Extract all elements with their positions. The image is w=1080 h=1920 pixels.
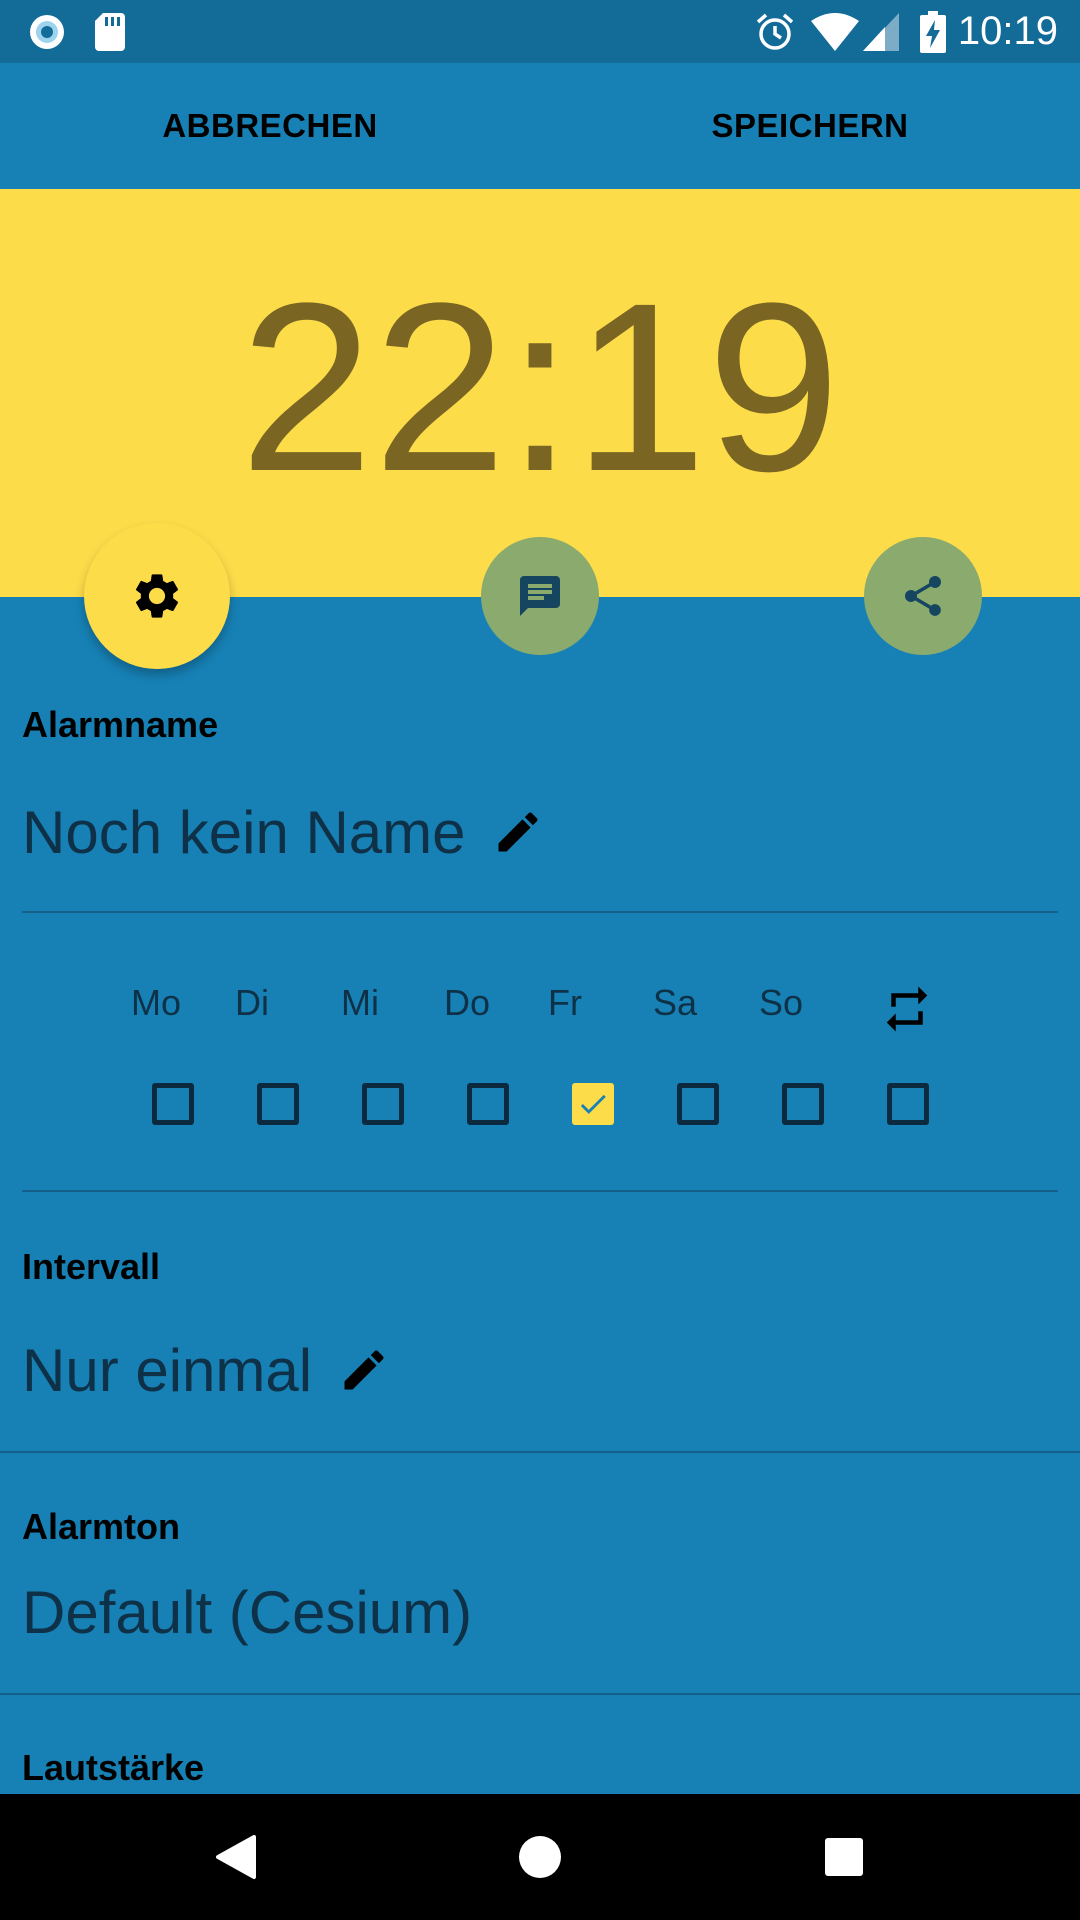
weekday-checkbox[interactable]	[152, 1083, 194, 1125]
weekday-label: Fr	[548, 982, 582, 1023]
divider	[0, 1693, 1080, 1695]
weekday-checkbox[interactable]	[572, 1083, 614, 1125]
circle-notification-icon	[26, 0, 68, 63]
interval-field[interactable]: Nur einmal	[22, 1332, 390, 1408]
navigation-bar	[0, 1794, 1080, 1920]
alarm-clock-icon	[754, 0, 796, 63]
ringtone-field[interactable]: Default (Cesium)	[22, 1574, 472, 1650]
pencil-icon[interactable]	[492, 806, 544, 858]
cancel-button[interactable]: ABBRECHEN	[0, 63, 540, 189]
volume-label: Lautstärke	[22, 1747, 205, 1788]
alarm-name-field[interactable]: Noch kein Name	[22, 794, 544, 870]
weekday-checkbox[interactable]	[467, 1083, 509, 1125]
settings-button[interactable]	[84, 523, 230, 669]
save-button[interactable]: SPEICHERN	[540, 63, 1080, 189]
message-button[interactable]	[481, 537, 599, 655]
weekday-checkbox[interactable]	[362, 1083, 404, 1125]
weekday-label: Mo	[130, 982, 181, 1023]
weekday-label: Di	[235, 982, 269, 1023]
home-icon[interactable]	[510, 1794, 570, 1920]
interval-value: Nur einmal	[22, 1336, 313, 1404]
cell-signal-icon	[862, 0, 900, 63]
weekday-checkbox[interactable]	[257, 1083, 299, 1125]
weekday-label: So	[758, 982, 804, 1023]
wifi-icon	[810, 0, 860, 63]
recents-icon[interactable]	[814, 1794, 874, 1920]
message-icon	[516, 572, 564, 620]
alarm-time[interactable]: 22:19	[0, 267, 1080, 507]
ringtone-value: Default (Cesium)	[22, 1578, 473, 1646]
gear-icon	[130, 569, 184, 623]
app-bar: ABBRECHEN SPEICHERN	[0, 63, 1080, 189]
weekday-checkbox[interactable]	[782, 1083, 824, 1125]
check-icon	[576, 1087, 610, 1121]
weekday-label: Mi	[341, 982, 379, 1023]
share-icon	[899, 572, 947, 620]
status-time: 10:19	[957, 9, 1058, 53]
alarm-name-label: Alarmname	[22, 704, 219, 745]
share-button[interactable]	[864, 537, 982, 655]
divider	[0, 1451, 1080, 1453]
battery-charging-icon	[918, 0, 948, 63]
back-icon[interactable]	[206, 1794, 266, 1920]
status-bar: 10:19	[0, 0, 1080, 63]
ringtone-label: Alarmton	[22, 1506, 181, 1547]
weekday-label: Do	[443, 982, 491, 1023]
repeat-checkbox[interactable]	[887, 1083, 929, 1125]
weekday-label: Sa	[652, 982, 698, 1023]
repeat-icon	[880, 982, 934, 1036]
pencil-icon[interactable]	[338, 1344, 390, 1396]
divider	[22, 911, 1058, 913]
divider	[22, 1190, 1058, 1192]
interval-label: Intervall	[22, 1246, 161, 1287]
weekday-checkbox[interactable]	[677, 1083, 719, 1125]
sd-card-icon	[94, 0, 126, 63]
alarm-name-value: Noch kein Name	[22, 798, 466, 866]
